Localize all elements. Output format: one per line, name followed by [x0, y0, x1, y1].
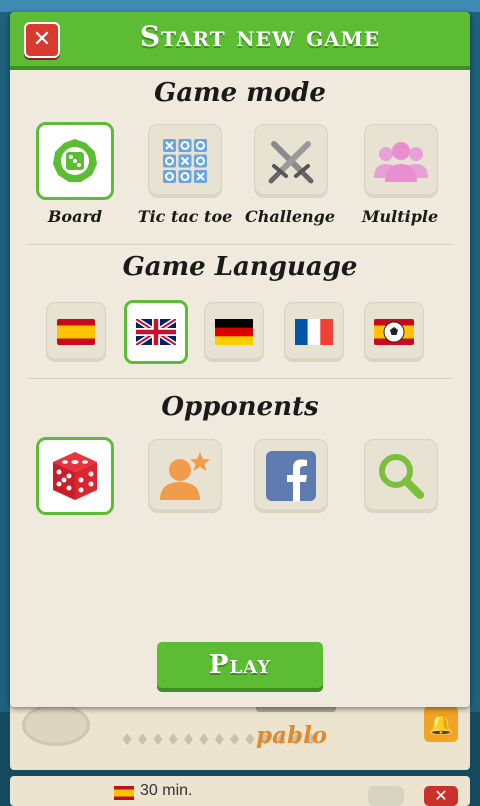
background-player-name: pablo — [256, 722, 328, 749]
dialog-title: Start new game — [139, 20, 381, 53]
mode-board-button[interactable] — [36, 122, 114, 200]
mode-board-label: Board — [47, 207, 103, 226]
dialog-header: ✕ Start new game — [10, 12, 470, 70]
spain-football-flag-icon — [374, 318, 414, 346]
mode-challenge-button[interactable] — [254, 124, 328, 198]
background-avatar — [22, 704, 90, 746]
mode-challenge-label: Challenge — [244, 207, 336, 226]
language-german-button[interactable] — [204, 302, 264, 362]
game-mode-heading: Game mode — [154, 78, 326, 108]
spain-flag-icon — [114, 786, 134, 800]
mode-tic-tac-toe-label: Tic tac toe — [137, 207, 233, 226]
background-button — [368, 786, 404, 806]
board-gear-icon — [50, 136, 100, 186]
language-french-button[interactable] — [284, 302, 344, 362]
crossed-swords-icon — [266, 136, 316, 186]
mode-multiple-button[interactable] — [364, 124, 438, 198]
friend-star-icon — [158, 450, 212, 502]
germany-flag-icon — [215, 319, 253, 345]
facebook-icon — [266, 451, 316, 501]
section-divider — [28, 378, 452, 379]
background-edge — [470, 12, 480, 712]
section-divider — [28, 244, 452, 245]
bell-icon: 🔔 — [424, 706, 458, 742]
france-flag-icon — [295, 319, 333, 345]
uk-flag-icon — [136, 319, 176, 345]
people-group-icon — [373, 136, 429, 186]
close-button[interactable]: ✕ — [24, 22, 60, 58]
language-english-button[interactable] — [124, 300, 188, 364]
play-button[interactable]: Play — [157, 642, 323, 688]
mode-multiple-label: Multiple — [361, 207, 439, 226]
dice-icon — [49, 450, 101, 502]
opponent-search-button[interactable] — [364, 439, 438, 513]
opponent-friend-button[interactable] — [148, 439, 222, 513]
search-icon — [376, 451, 426, 501]
opponent-facebook-button[interactable] — [254, 439, 328, 513]
tic-tac-toe-icon — [160, 136, 210, 186]
game-language-heading: Game Language — [122, 252, 358, 282]
language-spanish-football-button[interactable] — [364, 302, 424, 362]
opponents-heading: Opponents — [161, 392, 319, 422]
background-time-label: 30 min. — [140, 782, 193, 799]
mode-tic-tac-toe-button[interactable] — [148, 124, 222, 198]
start-new-game-dialog: ✕ Start new game Game mode Board Tic tac… — [10, 12, 470, 707]
spain-flag-icon — [57, 319, 95, 345]
background-close-icon: ✕ — [424, 786, 458, 806]
opponent-random-button[interactable] — [36, 437, 114, 515]
background-edge — [0, 12, 10, 712]
background-top-bar — [0, 0, 480, 12]
language-spanish-button[interactable] — [46, 302, 106, 362]
